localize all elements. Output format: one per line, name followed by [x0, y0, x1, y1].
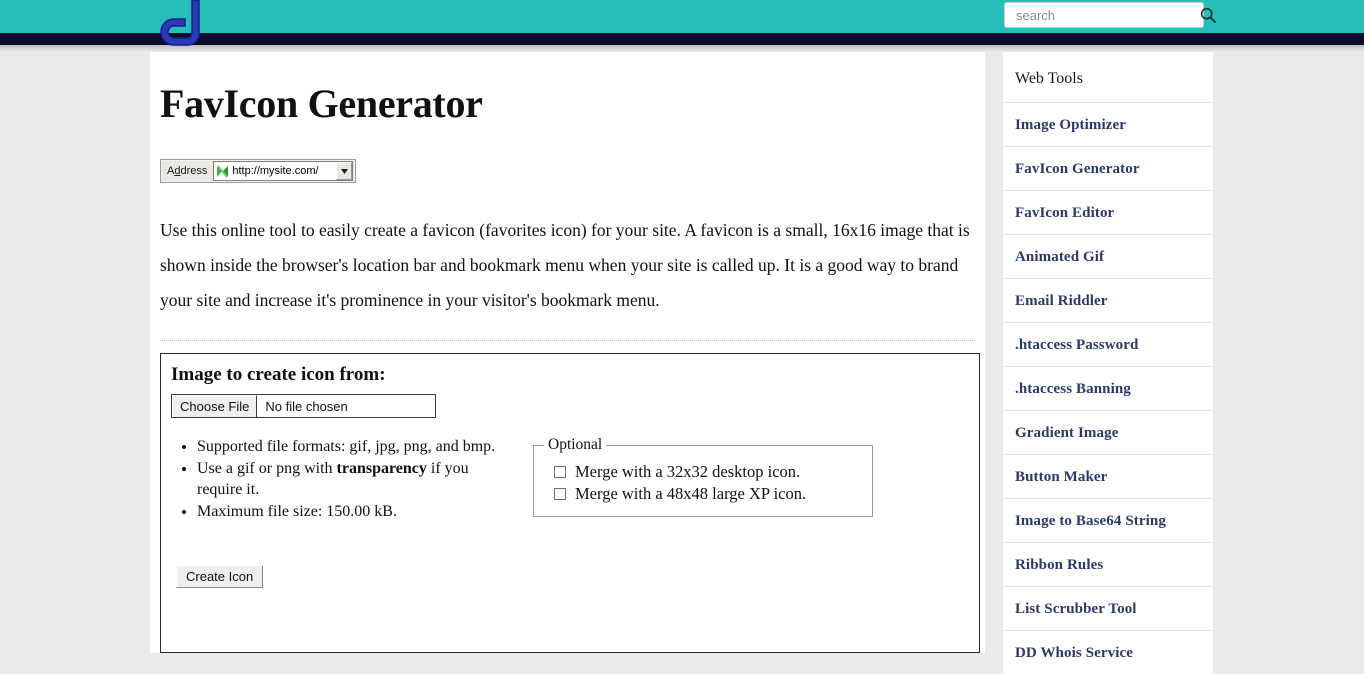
sidebar-item-dd-whois-service[interactable]: DD Whois Service: [1003, 630, 1213, 674]
file-status-label: No file chosen: [265, 398, 348, 414]
option-row-xp-icon[interactable]: Merge with a 48x48 large XP icon.: [554, 484, 862, 504]
sidebar-item-gradient-image[interactable]: Gradient Image: [1003, 410, 1213, 454]
list-item: Supported file formats: gif, jpg, png, a…: [197, 436, 511, 457]
sidebar-item-favicon-generator[interactable]: FavIcon Generator: [1003, 146, 1213, 190]
sidebar-item-ribbon-rules[interactable]: Ribbon Rules: [1003, 542, 1213, 586]
list-item: Maximum file size: 150.00 kB.: [197, 501, 511, 522]
nav-shadow: [0, 45, 1364, 52]
sidebar-title: Web Tools: [1015, 70, 1083, 87]
address-dropdown-button[interactable]: [336, 162, 352, 180]
page-body: FavIcon Generator Address http://mysite.…: [0, 52, 1364, 674]
address-label: Address: [167, 165, 208, 177]
sidebar-item-button-maker[interactable]: Button Maker: [1003, 454, 1213, 498]
search-button[interactable]: [1194, 3, 1222, 27]
right-background-fill: [1213, 52, 1364, 638]
note-pre: Use a gif or png with: [197, 460, 337, 477]
nav-dark-strip: [0, 33, 1364, 45]
sidebar-item-email-riddler[interactable]: Email Riddler: [1003, 278, 1213, 322]
form-heading: Image to create icon from:: [171, 364, 386, 385]
sidebar: Web Tools Image Optimizer FavIcon Genera…: [1003, 52, 1213, 674]
form-middle-row: Supported file formats: gif, jpg, png, a…: [171, 436, 979, 523]
address-field[interactable]: http://mysite.com/: [213, 161, 353, 181]
option-row-desktop-icon[interactable]: Merge with a 32x32 desktop icon.: [554, 462, 862, 482]
optional-legend: Optional: [548, 436, 603, 453]
divider: [160, 340, 975, 341]
sidebar-link-label[interactable]: .htaccess Banning: [1015, 381, 1131, 397]
sidebar-item-image-optimizer[interactable]: Image Optimizer: [1003, 102, 1213, 146]
sidebar-link-label[interactable]: DD Whois Service: [1015, 645, 1133, 661]
favicon-form: Image to create icon from: Choose File N…: [160, 353, 980, 653]
site-logo[interactable]: [158, 0, 204, 48]
ie-page-icon: [216, 164, 230, 178]
sidebar-item-animated-gif[interactable]: Animated Gif: [1003, 234, 1213, 278]
chevron-down-icon: [340, 168, 348, 174]
sidebar-link-label[interactable]: Image Optimizer: [1015, 117, 1126, 133]
sidebar-link-label[interactable]: List Scrubber Tool: [1015, 601, 1137, 617]
create-icon-button[interactable]: Create Icon: [176, 565, 264, 588]
choose-file-button[interactable]: Choose File: [172, 395, 258, 417]
main-content: FavIcon Generator Address http://mysite.…: [150, 52, 985, 653]
file-input[interactable]: Choose File No file chosen: [171, 394, 436, 418]
sidebar-item-favicon-editor[interactable]: FavIcon Editor: [1003, 190, 1213, 234]
search-input[interactable]: [1014, 4, 1194, 26]
intro-paragraph: Use this online tool to easily create a …: [160, 220, 970, 310]
sidebar-link-label[interactable]: FavIcon Generator: [1015, 161, 1140, 177]
sidebar-link-label[interactable]: Gradient Image: [1015, 425, 1118, 441]
sidebar-link-label[interactable]: Email Riddler: [1015, 293, 1108, 309]
sidebar-link-label[interactable]: FavIcon Editor: [1015, 205, 1114, 221]
sidebar-link-label[interactable]: Ribbon Rules: [1015, 557, 1103, 573]
sidebar-link-label[interactable]: Button Maker: [1015, 469, 1107, 485]
list-item: Use a gif or png with transparency if yo…: [197, 458, 511, 500]
search-icon: [1200, 7, 1216, 23]
sidebar-item-htaccess-banning[interactable]: .htaccess Banning: [1003, 366, 1213, 410]
merge-48-label: Merge with a 48x48 large XP icon.: [575, 484, 807, 503]
sidebar-item-image-to-base64[interactable]: Image to Base64 String: [1003, 498, 1213, 542]
merge-32-checkbox[interactable]: [554, 466, 566, 478]
address-bar-graphic: Address http://mysite.com/: [160, 159, 356, 183]
search-box[interactable]: [1004, 2, 1216, 28]
sidebar-item-list-scrubber-tool[interactable]: List Scrubber Tool: [1003, 586, 1213, 630]
address-url: http://mysite.com/: [232, 165, 319, 177]
page-title: FavIcon Generator: [160, 81, 483, 126]
merge-32-label: Merge with a 32x32 desktop icon.: [575, 462, 801, 481]
sidebar-link-label[interactable]: Animated Gif: [1015, 249, 1104, 265]
merge-48-checkbox[interactable]: [554, 488, 566, 500]
sidebar-link-label[interactable]: Image to Base64 String: [1015, 513, 1166, 529]
note-strong: transparency: [336, 460, 427, 477]
sidebar-link-label[interactable]: .htaccess Password: [1015, 337, 1138, 353]
requirements-list: Supported file formats: gif, jpg, png, a…: [171, 436, 511, 523]
sidebar-item-htaccess-password[interactable]: .htaccess Password: [1003, 322, 1213, 366]
optional-fieldset: Optional Merge with a 32x32 desktop icon…: [533, 436, 873, 517]
